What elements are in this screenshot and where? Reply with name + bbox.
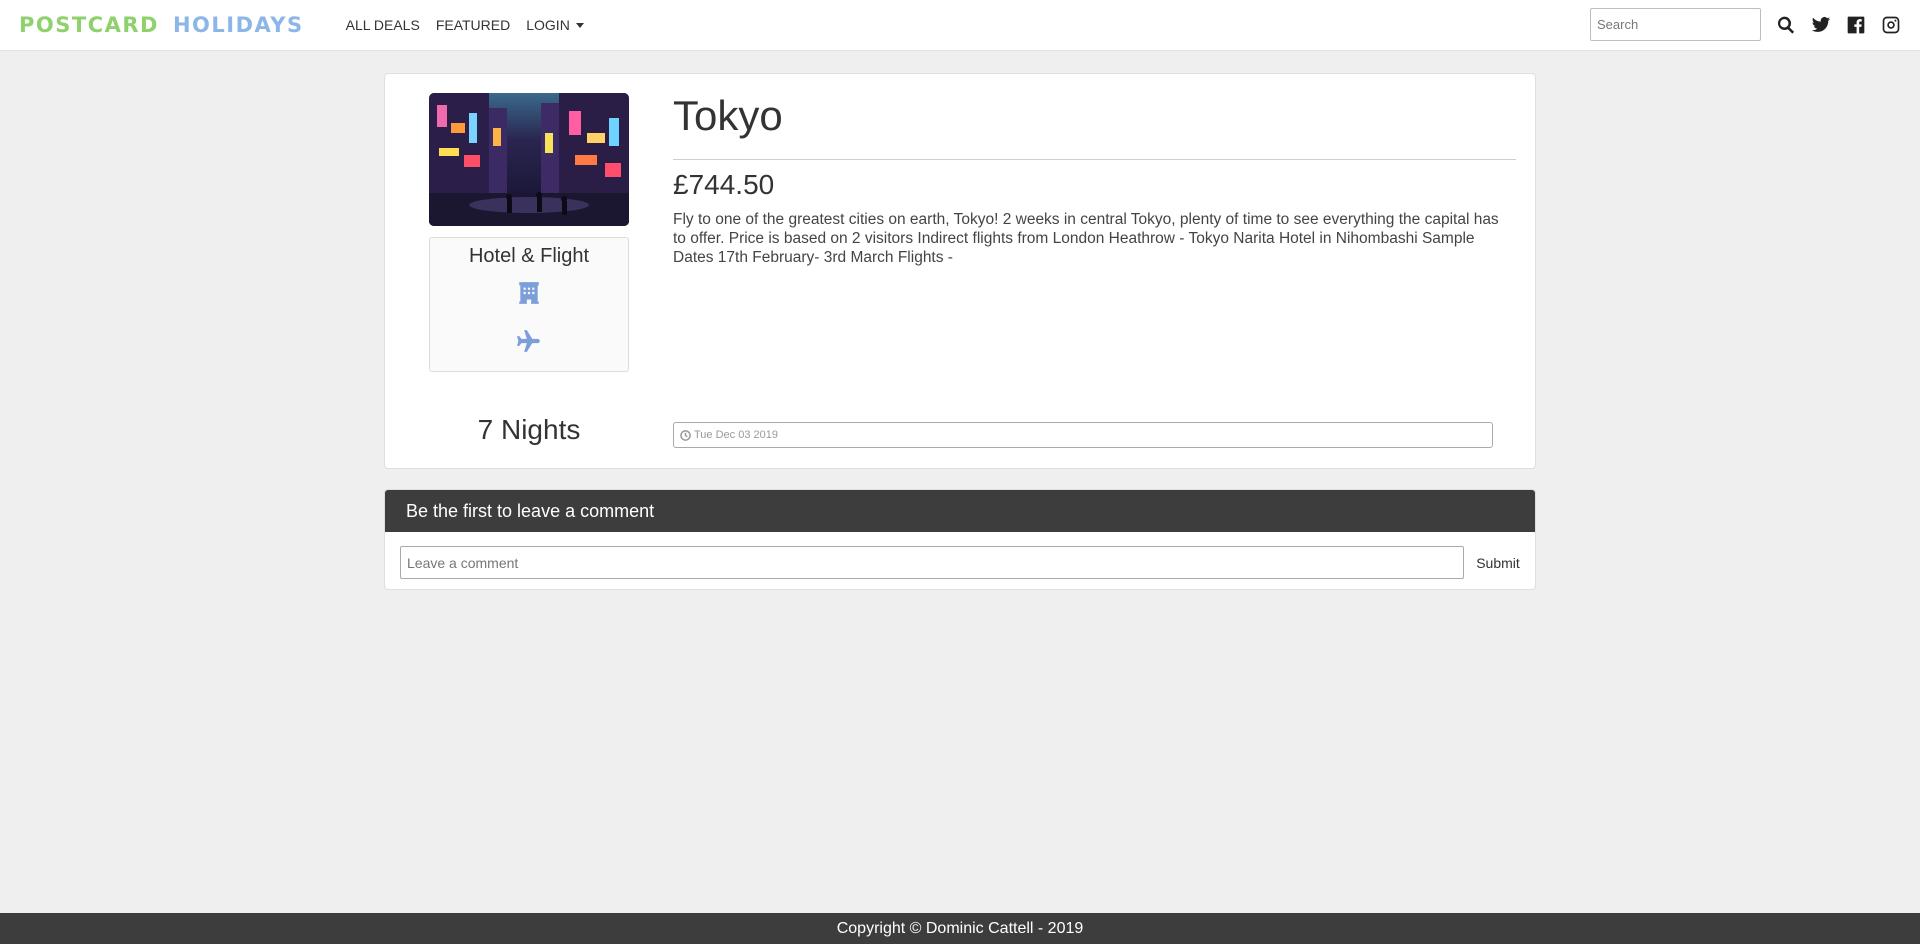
nav-link-login-label: LOGIN — [526, 17, 570, 33]
deal-image-tokyo-street — [429, 93, 629, 226]
nav-links: ALL DEALS FEATURED LOGIN — [338, 17, 592, 33]
deal-date-text: Tue Dec 03 2019 — [694, 429, 778, 441]
submit-comment-button[interactable]: Submit — [1470, 546, 1526, 579]
nav-right — [1590, 8, 1901, 41]
facebook-icon[interactable] — [1846, 15, 1866, 35]
brand-logo[interactable]: POSTCARD HOLIDAYS — [19, 13, 304, 37]
deal-card: Hotel & Flight Tokyo £744.50 Fly to one … — [384, 73, 1536, 469]
comment-section: Be the first to leave a comment Submit — [384, 489, 1536, 590]
clock-icon — [680, 429, 691, 441]
plane-icon — [516, 328, 542, 354]
caret-down-icon — [575, 22, 584, 28]
twitter-icon[interactable] — [1811, 15, 1831, 35]
comment-input[interactable] — [400, 546, 1464, 579]
instagram-icon[interactable] — [1881, 15, 1901, 35]
nav-link-all-deals[interactable]: ALL DEALS — [338, 17, 428, 33]
deal-date-field[interactable]: Tue Dec 03 2019 — [673, 422, 1493, 448]
deal-nights: 7 Nights — [477, 414, 581, 445]
hotel-icon — [516, 280, 542, 306]
deal-title: Tokyo — [673, 92, 783, 139]
brand-word-postcard: POSTCARD — [19, 13, 159, 37]
title-divider — [673, 159, 1516, 160]
search-input[interactable] — [1590, 8, 1761, 41]
search-icon[interactable] — [1776, 15, 1796, 35]
deal-price: £744.50 — [673, 169, 775, 200]
nav-link-login-dropdown[interactable]: LOGIN — [518, 17, 592, 33]
deal-type-label: Hotel & Flight — [468, 245, 590, 267]
deal-type-box: Hotel & Flight — [429, 237, 629, 372]
nav-link-featured[interactable]: FEATURED — [428, 17, 518, 33]
comment-header: Be the first to leave a comment — [385, 490, 1535, 532]
deal-description: Fly to one of the greatest cities on ear… — [673, 211, 1499, 266]
footer: Copyright © Dominic Cattell - 2019 — [0, 913, 1920, 944]
brand-word-holidays: HOLIDAYS — [172, 13, 304, 37]
footer-copyright: Copyright © Dominic Cattell - 2019 — [836, 919, 1084, 937]
top-navbar: POSTCARD HOLIDAYS ALL DEALS FEATURED LOG… — [0, 0, 1920, 51]
